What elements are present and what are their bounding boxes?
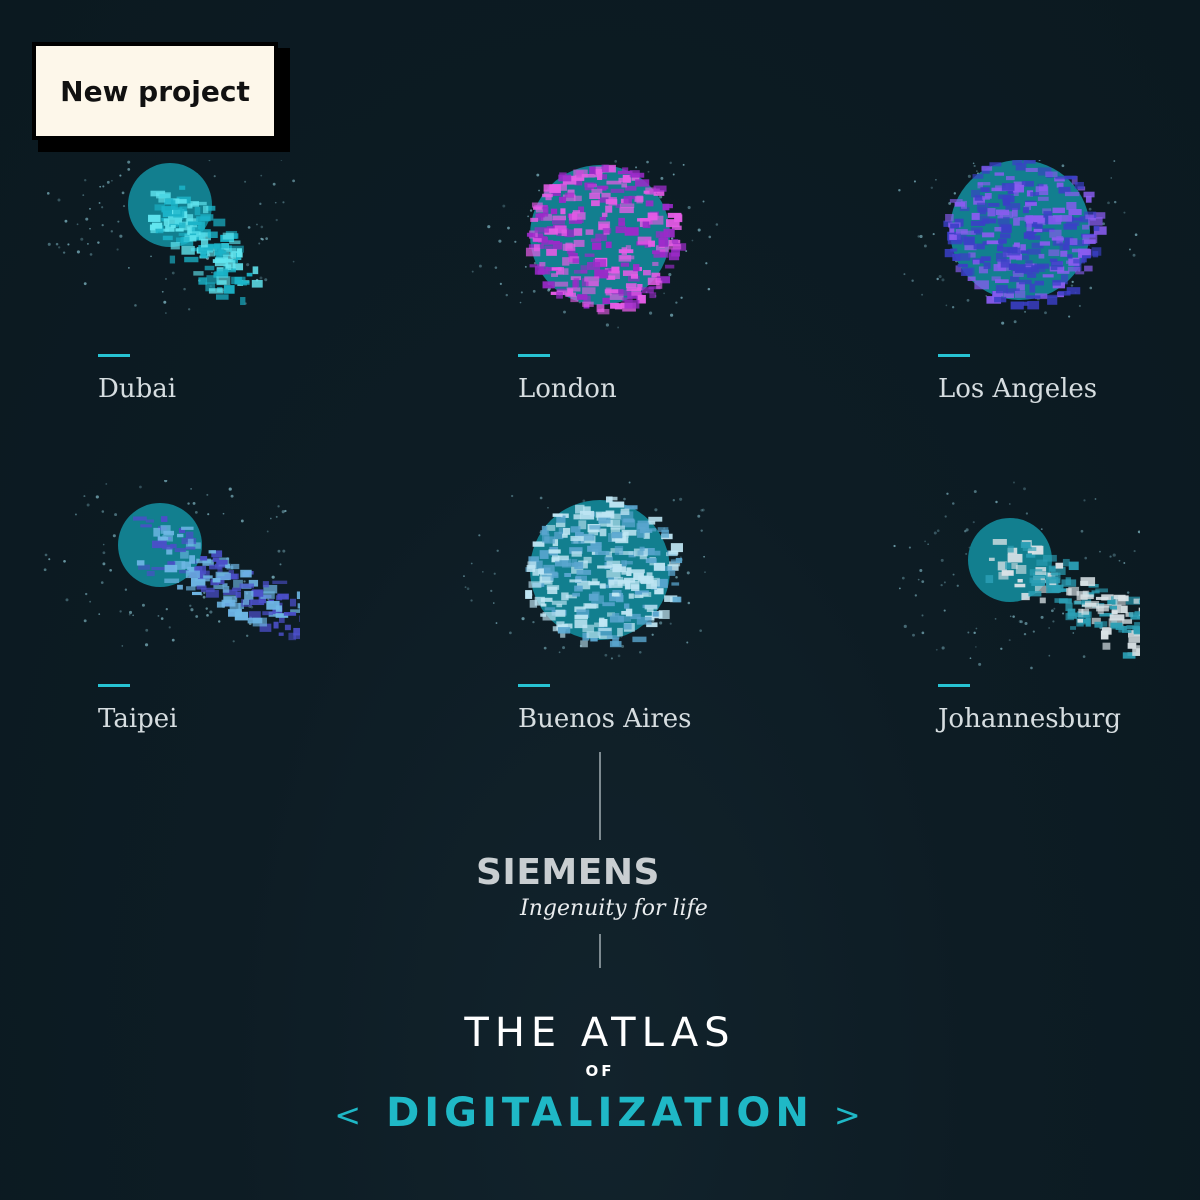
brand-tagline: Ingenuity for life (520, 896, 708, 921)
city-card-dubai[interactable]: Dubai (0, 160, 300, 480)
globe-visual (893, 481, 1140, 670)
title-of: OF (585, 1062, 615, 1080)
city-name: Buenos Aires (518, 704, 692, 734)
globe-visual (898, 160, 1138, 325)
globe-visual (471, 160, 719, 329)
city-card-taipei[interactable]: Taipei (0, 480, 300, 800)
globe-visual (463, 480, 706, 660)
city-name: Taipei (98, 704, 178, 734)
city-name: Dubai (98, 374, 177, 404)
accent-dash (938, 354, 970, 357)
city-name: London (518, 374, 617, 404)
badge-label: New project (60, 74, 250, 108)
city-name: Los Angeles (938, 374, 1098, 404)
accent-dash (98, 354, 130, 357)
divider-line-top (599, 752, 601, 840)
city-card-johannesburg[interactable]: Johannesburg (840, 480, 1140, 800)
close-bracket: > (833, 1096, 866, 1134)
globe-visual (46, 160, 296, 314)
city-card-los-angeles[interactable]: Los Angeles (840, 160, 1140, 480)
open-bracket: < (334, 1096, 367, 1134)
accent-dash (938, 684, 970, 687)
title-line-1: THE ATLAS (464, 1010, 736, 1056)
title-line-2: < DIGITALIZATION > (0, 1090, 1200, 1136)
city-card-buenos-aires[interactable]: Buenos Aires (420, 480, 720, 800)
title-main: DIGITALIZATION (386, 1090, 814, 1136)
globe-visual (43, 480, 300, 647)
city-card-london[interactable]: London (420, 160, 720, 480)
city-name: Johannesburg (938, 704, 1122, 734)
accent-dash (518, 684, 550, 687)
divider-line-bottom (599, 934, 601, 968)
accent-dash (518, 354, 550, 357)
accent-dash (98, 684, 130, 687)
new-project-badge[interactable]: New project (32, 42, 278, 140)
siemens-logo: SIEMENS (476, 852, 660, 893)
